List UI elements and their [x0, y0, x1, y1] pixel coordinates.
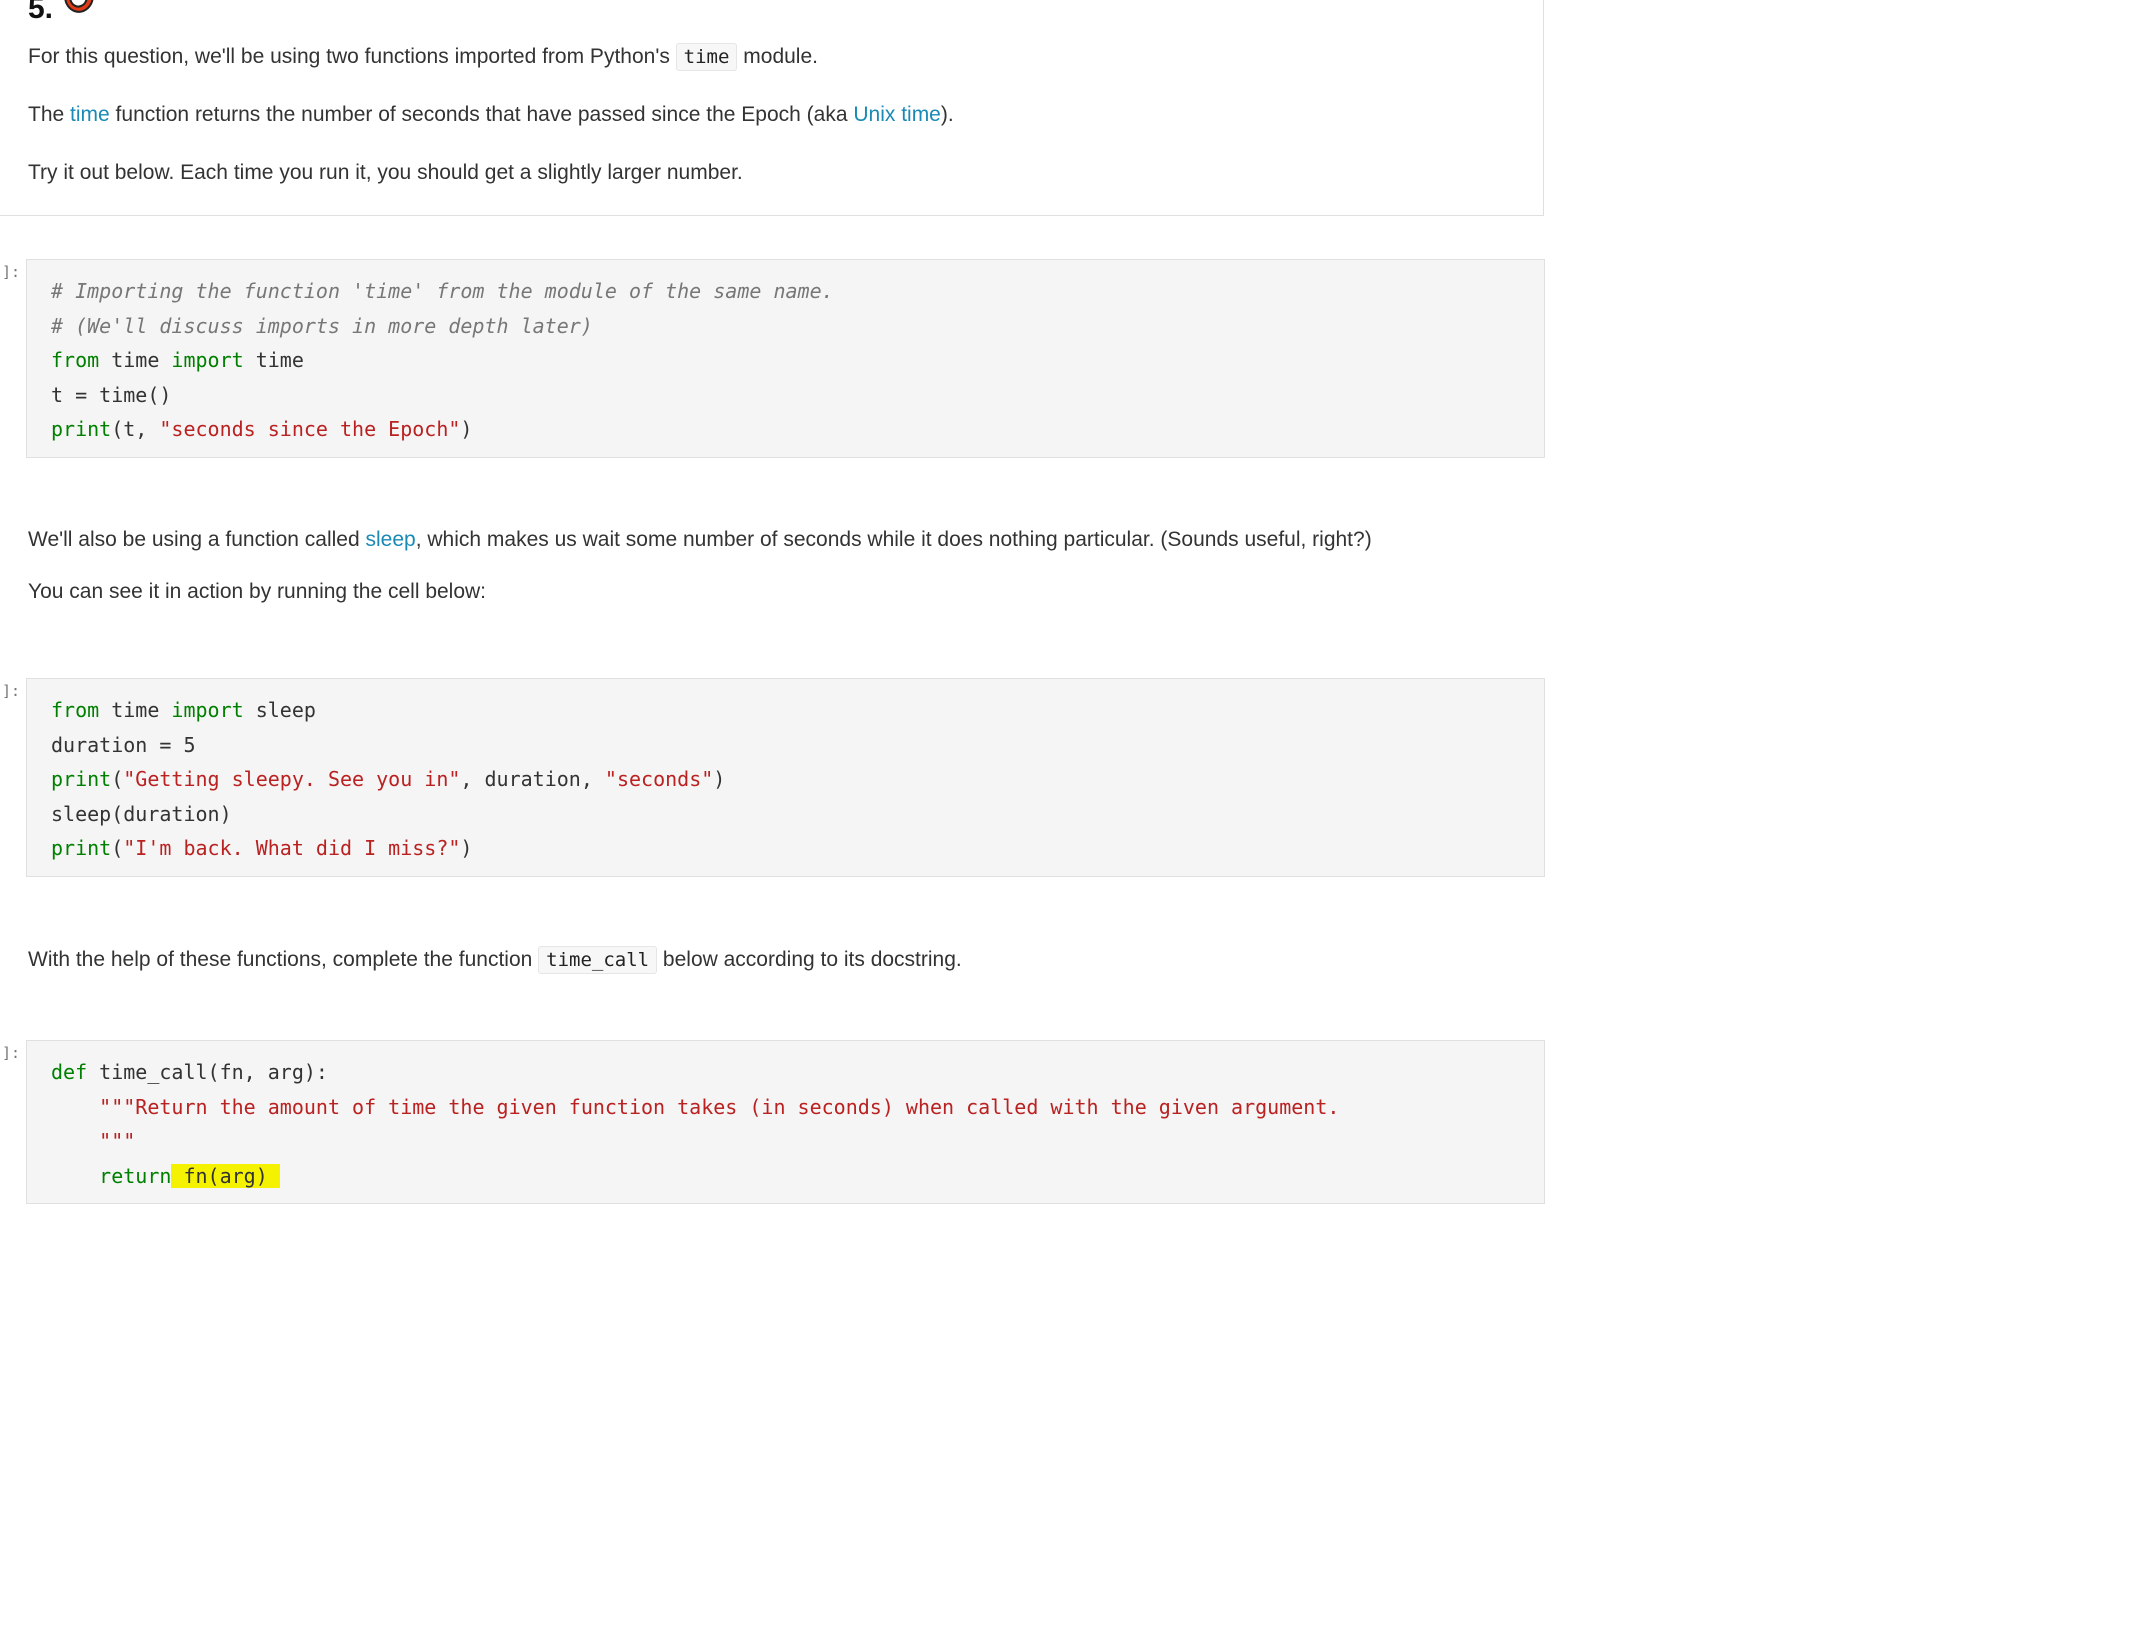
code-token: , duration, — [460, 767, 605, 791]
code-editor-3[interactable]: def time_call(fn, arg): """Return the am… — [51, 1055, 1339, 1193]
chili-pepper-icon — [61, 0, 97, 31]
code-token: import — [171, 348, 244, 372]
code-token: print — [51, 836, 112, 860]
code-token: print — [51, 767, 112, 791]
code-token: from — [51, 348, 100, 372]
code-token: time — [99, 698, 172, 722]
code-token: sleep(duration) — [51, 801, 232, 826]
code-token: ( — [111, 767, 124, 791]
code-token: "Getting sleepy. See you in" — [123, 767, 461, 791]
text: We'll also be using a function called — [28, 528, 366, 551]
text: below according to its docstring. — [657, 948, 962, 971]
code-token: time — [243, 348, 304, 372]
code-line: print("Getting sleepy. See you in", dura… — [51, 762, 725, 797]
code-line: from time import sleep — [51, 693, 725, 728]
question-heading: 5. — [28, 0, 97, 31]
text: With the help of these functions, comple… — [28, 948, 539, 971]
code-cell-1[interactable]: # Importing the function 'time' from the… — [26, 259, 1545, 458]
markdown-cell-intro[interactable]: 5. For this question, we'll be using two… — [0, 0, 1544, 216]
code-token: ( — [111, 836, 124, 860]
cell-prompt-3: ]: — [2, 1044, 21, 1062]
code-token: return — [99, 1163, 172, 1188]
unix-time-link[interactable]: Unix time — [853, 103, 941, 126]
code-token: time — [99, 348, 172, 372]
code-line: t = time() — [51, 378, 834, 413]
code-token: "seconds" — [604, 767, 714, 791]
text: module. — [737, 45, 818, 68]
intro-paragraph-3: Try it out below. Each time you run it, … — [28, 161, 743, 184]
code-token: """ — [99, 1129, 136, 1153]
code-token: import — [171, 698, 244, 722]
time-link[interactable]: time — [70, 103, 110, 126]
code-token: # (We'll discuss imports in more depth l… — [51, 313, 593, 338]
code-line: # (We'll discuss imports in more depth l… — [51, 309, 834, 344]
code-token: ) — [460, 836, 473, 860]
instruction-paragraph: With the help of these functions, comple… — [28, 946, 962, 974]
code-token: t = time() — [51, 382, 172, 407]
code-line: print(t, "seconds since the Epoch") — [51, 412, 834, 447]
code-line: """Return the amount of time the given f… — [51, 1090, 1339, 1125]
text: , which makes us wait some number of sec… — [415, 528, 1372, 551]
text: function returns the number of seconds t… — [109, 103, 854, 126]
highlighted-code-token: fn(arg) — [171, 1163, 280, 1188]
code-token: sleep — [243, 698, 316, 722]
code-line: def time_call(fn, arg): — [51, 1055, 1339, 1090]
intro-paragraph-2: The time function returns the number of … — [28, 101, 954, 129]
text: ). — [940, 103, 954, 126]
code-token: print — [51, 417, 112, 441]
code-token: """Return the amount of time the given f… — [99, 1094, 1340, 1119]
intro-paragraph-1: For this question, we'll be using two fu… — [28, 43, 818, 71]
code-cell-3[interactable]: def time_call(fn, arg): """Return the am… — [26, 1040, 1545, 1204]
code-token: # Importing the function 'time' from the… — [51, 279, 834, 303]
text: For this question, we'll be using two fu… — [28, 45, 676, 68]
sleep-link[interactable]: sleep — [366, 528, 416, 551]
code-line: duration = 5 — [51, 728, 725, 763]
sleep-instruction: You can see it in action by running the … — [28, 580, 487, 603]
code-token: def — [51, 1060, 88, 1084]
code-line: print("I'm back. What did I miss?") — [51, 831, 725, 866]
question-number: 5. — [28, 0, 54, 25]
cell-prompt-1: ]: — [2, 263, 21, 281]
code-line: """ — [51, 1124, 1339, 1159]
code-token: duration = 5 — [51, 732, 196, 757]
text: The — [28, 103, 71, 126]
code-token: time_call(fn, arg): — [87, 1060, 328, 1084]
inline-code-time-call: time_call — [538, 946, 658, 974]
code-token: "I'm back. What did I miss?" — [123, 836, 461, 860]
notebook-page: 5. For this question, we'll be using two… — [0, 0, 1560, 1646]
code-line: from time import time — [51, 343, 834, 378]
code-cell-2[interactable]: from time import sleep duration = 5 print(… — [26, 678, 1545, 877]
code-editor-2[interactable]: from time import sleep duration = 5 print(… — [51, 693, 725, 866]
code-line: # Importing the function 'time' from the… — [51, 274, 834, 309]
code-token: ) — [460, 417, 473, 441]
code-token: from — [51, 698, 100, 722]
code-token: "seconds since the Epoch" — [159, 417, 461, 441]
sleep-paragraph: We'll also be using a function called sl… — [28, 526, 1372, 554]
cell-prompt-2: ]: — [2, 682, 21, 700]
inline-code-time: time — [675, 43, 738, 71]
code-token: (t, — [111, 417, 160, 441]
code-line: sleep(duration) — [51, 797, 725, 832]
code-editor-1[interactable]: # Importing the function 'time' from the… — [51, 274, 834, 447]
code-token: ) — [713, 767, 726, 791]
code-line: return fn(arg) — [51, 1159, 1339, 1194]
